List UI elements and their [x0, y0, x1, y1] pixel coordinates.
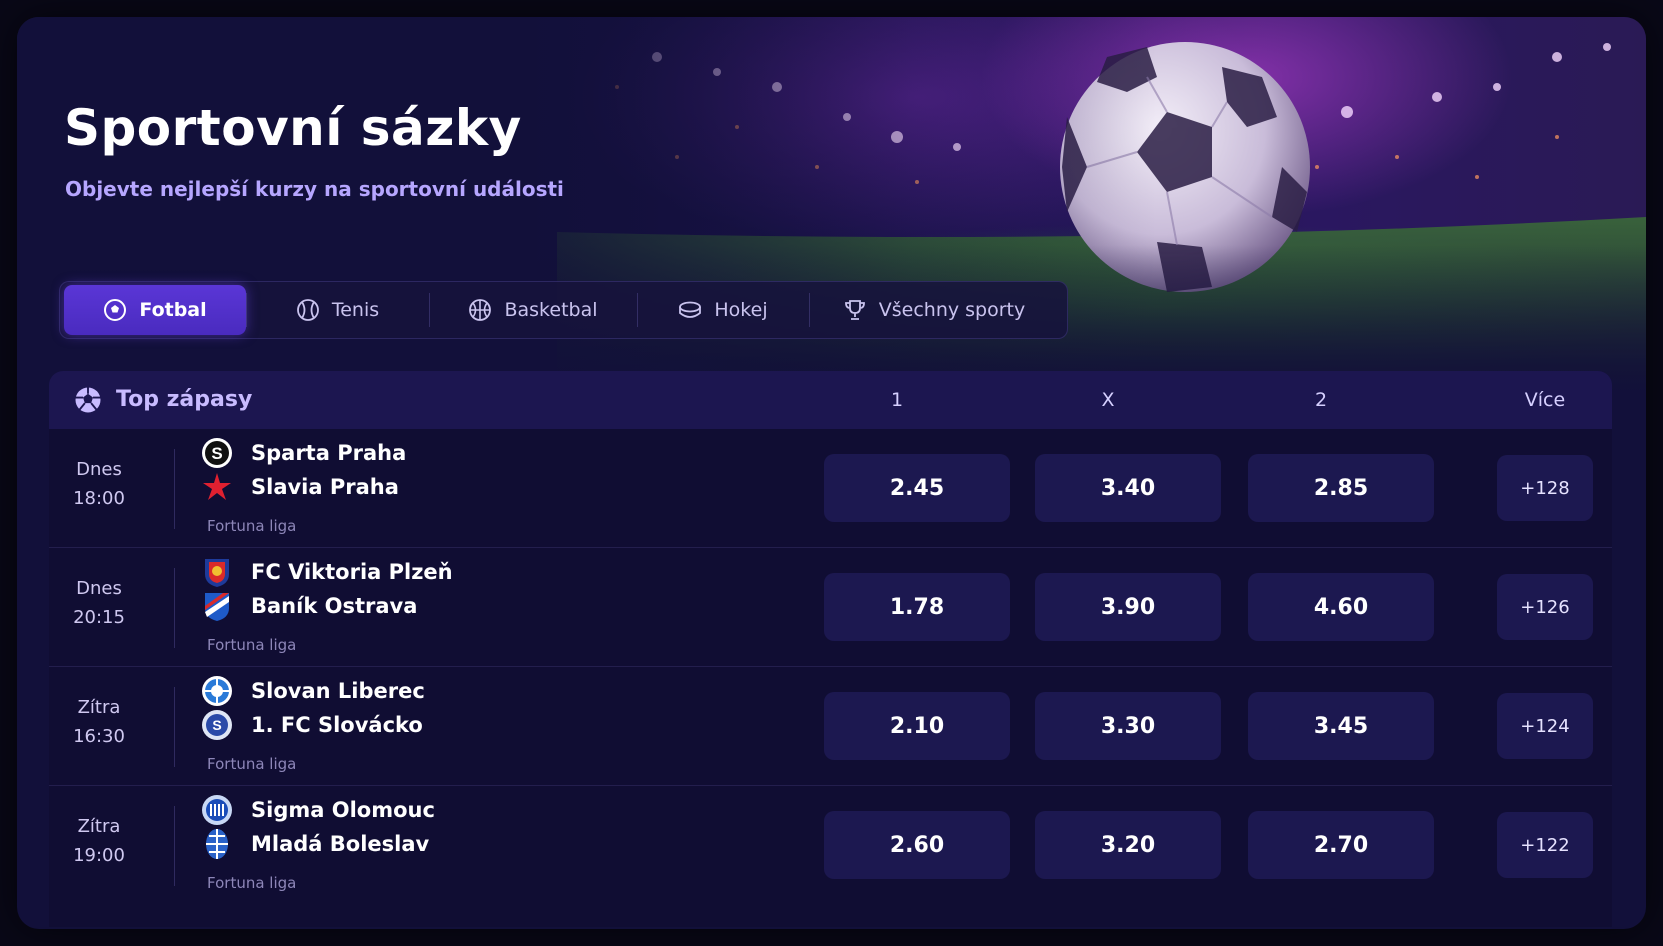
hockey-puck-icon: [679, 301, 702, 318]
tab-label: Hokej: [714, 299, 768, 321]
away-team[interactable]: S 1. FC Slovácko: [201, 709, 423, 741]
odd-draw-button[interactable]: 3.30: [1035, 692, 1221, 760]
odd-home-button[interactable]: 2.10: [824, 692, 1010, 760]
tab-label: Všechny sporty: [878, 299, 1026, 321]
sports-betting-card: Sportovní sázky Objevte nejlepší kurzy n…: [17, 17, 1646, 929]
table-title: Top zápasy: [116, 387, 253, 412]
team-name: Sparta Praha: [251, 441, 407, 465]
odd-draw-button[interactable]: 3.20: [1035, 811, 1221, 879]
home-team[interactable]: Slovan Liberec: [201, 675, 425, 707]
tennis-ball-icon: [296, 299, 319, 321]
basketball-icon: [469, 299, 492, 321]
mlada-boleslav-logo-icon: [206, 829, 228, 859]
table-row: Zítra 19:00 Sigma Olomouc Mladá Boleslav…: [49, 786, 1612, 905]
table-row: Dnes 18:00 S Sparta Praha Slavia Praha F…: [49, 429, 1612, 548]
column-header-draw: X: [1101, 389, 1115, 411]
home-team[interactable]: FC Viktoria Plzeň: [201, 556, 453, 588]
match-day: Dnes: [76, 459, 122, 480]
soccer-ball-icon: [75, 387, 101, 413]
away-team[interactable]: Mladá Boleslav: [201, 828, 429, 860]
more-bets-button[interactable]: +122: [1497, 812, 1593, 878]
odd-away-button[interactable]: 2.85: [1248, 454, 1434, 522]
more-bets-button[interactable]: +126: [1497, 574, 1593, 640]
team-name: 1. FC Slovácko: [251, 713, 423, 737]
sigma-olomouc-logo-icon: [202, 795, 232, 825]
svg-text:S: S: [211, 444, 222, 463]
matches-table: Top zápasy 1 X 2 Více Dnes 18:00 S Spart…: [49, 371, 1612, 927]
slovan-liberec-logo-icon: [202, 676, 232, 706]
league-name: Fortuna liga: [207, 874, 297, 892]
odd-home-button[interactable]: 1.78: [824, 573, 1010, 641]
viktoria-plzen-logo-icon: [205, 559, 229, 587]
match-day: Dnes: [76, 578, 122, 599]
home-team[interactable]: Sigma Olomouc: [201, 794, 435, 826]
column-header-away: 2: [1314, 389, 1328, 411]
tab-label: Tenis: [331, 299, 380, 321]
away-team[interactable]: Baník Ostrava: [201, 590, 417, 622]
team-name: FC Viktoria Plzeň: [251, 560, 453, 584]
page-title: Sportovní sázky: [64, 99, 522, 157]
odd-away-button[interactable]: 4.60: [1248, 573, 1434, 641]
odd-draw-button[interactable]: 3.40: [1035, 454, 1221, 522]
more-bets-button[interactable]: +128: [1497, 455, 1593, 521]
odd-draw-button[interactable]: 3.90: [1035, 573, 1221, 641]
league-name: Fortuna liga: [207, 517, 297, 535]
tab-hokej[interactable]: Hokej: [637, 285, 809, 335]
home-team[interactable]: S Sparta Praha: [201, 437, 406, 469]
hero-banner: [17, 17, 1646, 397]
tab-vsechny-sporty[interactable]: Všechny sporty: [809, 285, 1059, 335]
more-bets-button[interactable]: +124: [1497, 693, 1593, 759]
match-day: Zítra: [77, 816, 121, 837]
league-name: Fortuna liga: [207, 636, 297, 654]
tab-tenis[interactable]: Tenis: [246, 285, 429, 335]
svg-text:S: S: [212, 717, 221, 733]
table-row: Zítra 16:30 Slovan Liberec S 1. FC Slová…: [49, 667, 1612, 786]
team-name: Mladá Boleslav: [251, 832, 430, 856]
slavia-praha-logo-icon: [203, 473, 231, 500]
tab-basketbal[interactable]: Basketbal: [429, 285, 637, 335]
odd-away-button[interactable]: 2.70: [1248, 811, 1434, 879]
column-header-more: Více: [1524, 389, 1566, 411]
match-time: 18:00: [73, 488, 125, 509]
team-name: Slovan Liberec: [251, 679, 425, 703]
trophy-icon: [844, 300, 865, 320]
team-name: Slavia Praha: [251, 475, 399, 499]
odd-home-button[interactable]: 2.60: [824, 811, 1010, 879]
tab-label: Basketbal: [504, 299, 598, 321]
fc-slovacko-logo-icon: S: [202, 710, 232, 740]
page-subtitle: Objevte nejlepší kurzy na sportovní udál…: [65, 177, 564, 201]
away-team[interactable]: Slavia Praha: [201, 471, 399, 503]
match-time: 19:00: [73, 845, 125, 866]
match-day: Zítra: [77, 697, 121, 718]
odd-away-button[interactable]: 3.45: [1248, 692, 1434, 760]
league-name: Fortuna liga: [207, 755, 297, 773]
table-row: Dnes 20:15 FC Viktoria Plzeň Baník Ostra…: [49, 548, 1612, 667]
odd-home-button[interactable]: 2.45: [824, 454, 1010, 522]
sport-tabs: Fotbal Tenis Basketbal Hokej Všechny spo…: [59, 281, 1068, 339]
table-header: Top zápasy 1 X 2 Více: [49, 371, 1612, 429]
soccer-ball-icon: [104, 299, 127, 321]
team-name: Baník Ostrava: [251, 594, 418, 618]
team-name: Sigma Olomouc: [251, 798, 435, 822]
sparta-praha-logo-icon: S: [202, 438, 232, 468]
match-time: 20:15: [73, 607, 125, 628]
match-time: 16:30: [73, 726, 125, 747]
tab-label: Fotbal: [139, 299, 207, 321]
tab-fotbal[interactable]: Fotbal: [64, 285, 246, 335]
banik-ostrava-logo-icon: [205, 593, 229, 621]
column-header-home: 1: [890, 389, 904, 411]
